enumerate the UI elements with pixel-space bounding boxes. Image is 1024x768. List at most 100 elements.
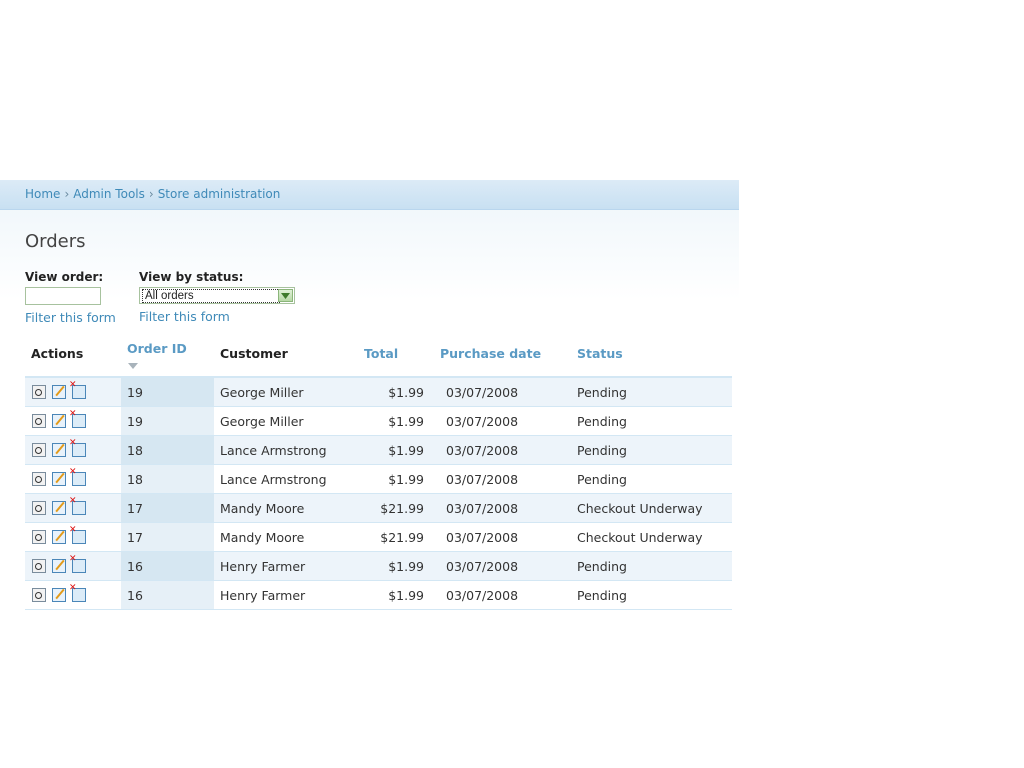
delete-icon[interactable] xyxy=(69,583,86,602)
breadcrumb-store-administration[interactable]: Store administration xyxy=(158,187,281,201)
total-cell: $21.99 xyxy=(358,493,434,523)
view-order-label: View order: xyxy=(25,270,104,284)
view-icon[interactable] xyxy=(32,385,46,399)
actions-cell xyxy=(25,551,121,581)
table-row: 19George Miller$1.9903/07/2008Pending xyxy=(25,377,732,407)
edit-icon[interactable] xyxy=(52,414,66,428)
purchase-date-cell: 03/07/2008 xyxy=(434,435,571,465)
column-purchase-date[interactable]: Purchase date xyxy=(434,330,571,378)
main-content: Orders View order: Filter this form View… xyxy=(0,210,739,610)
customer-cell: Lance Armstrong xyxy=(214,464,358,494)
breadcrumb-admin-tools[interactable]: Admin Tools xyxy=(73,187,145,201)
purchase-date-cell: 03/07/2008 xyxy=(434,377,571,407)
order-id-cell: 17 xyxy=(121,522,214,552)
view-icon[interactable] xyxy=(32,559,46,573)
column-customer: Customer xyxy=(214,330,358,378)
breadcrumb-home[interactable]: Home xyxy=(25,187,60,201)
column-total[interactable]: Total xyxy=(358,330,434,378)
order-id-cell: 16 xyxy=(121,551,214,581)
edit-icon[interactable] xyxy=(52,385,66,399)
delete-icon[interactable] xyxy=(69,409,86,428)
delete-icon[interactable] xyxy=(69,525,86,544)
total-cell: $1.99 xyxy=(358,580,434,610)
row-actions xyxy=(31,409,121,428)
purchase-date-cell: 03/07/2008 xyxy=(434,551,571,581)
view-status-filter: View by status: All orders Filter this f… xyxy=(139,270,295,324)
actions-cell xyxy=(25,377,121,407)
view-icon[interactable] xyxy=(32,414,46,428)
view-order-filter-link[interactable]: Filter this form xyxy=(25,310,116,325)
orders-table: Actions Order ID Customer Total Purchase… xyxy=(25,330,732,610)
view-status-filter-link[interactable]: Filter this form xyxy=(139,309,295,324)
purchase-date-cell: 03/07/2008 xyxy=(434,406,571,436)
delete-icon[interactable] xyxy=(69,554,86,573)
row-actions xyxy=(31,496,121,515)
total-cell: $1.99 xyxy=(358,406,434,436)
view-icon[interactable] xyxy=(32,472,46,486)
view-icon[interactable] xyxy=(32,588,46,602)
chevron-down-icon[interactable] xyxy=(278,289,293,302)
actions-cell xyxy=(25,522,121,552)
delete-icon[interactable] xyxy=(69,380,86,399)
actions-cell xyxy=(25,435,121,465)
status-cell: Pending xyxy=(571,551,732,581)
order-id-cell: 18 xyxy=(121,464,214,494)
customer-cell: Henry Farmer xyxy=(214,580,358,610)
order-id-cell: 17 xyxy=(121,493,214,523)
edit-icon[interactable] xyxy=(52,501,66,515)
column-order-id[interactable]: Order ID xyxy=(121,330,214,378)
status-cell: Pending xyxy=(571,464,732,494)
filters: View order: Filter this form View by sta… xyxy=(25,270,739,330)
view-icon[interactable] xyxy=(32,501,46,515)
edit-icon[interactable] xyxy=(52,443,66,457)
breadcrumb-separator: › xyxy=(148,187,154,201)
view-icon[interactable] xyxy=(32,530,46,544)
table-row: 16Henry Farmer$1.9903/07/2008Pending xyxy=(25,551,732,581)
table-header-row: Actions Order ID Customer Total Purchase… xyxy=(25,330,732,378)
total-cell: $1.99 xyxy=(358,551,434,581)
actions-cell xyxy=(25,493,121,523)
total-cell: $1.99 xyxy=(358,464,434,494)
actions-cell xyxy=(25,580,121,610)
sort-desc-icon xyxy=(128,363,138,369)
edit-icon[interactable] xyxy=(52,530,66,544)
customer-cell: Mandy Moore xyxy=(214,493,358,523)
delete-icon[interactable] xyxy=(69,467,86,486)
total-cell: $1.99 xyxy=(358,435,434,465)
breadcrumb-separator: › xyxy=(64,187,70,201)
table-row: 17Mandy Moore$21.9903/07/2008Checkout Un… xyxy=(25,522,732,552)
status-select[interactable]: All orders xyxy=(139,287,295,304)
order-id-cell: 18 xyxy=(121,435,214,465)
customer-cell: Henry Farmer xyxy=(214,551,358,581)
column-order-id-label: Order ID xyxy=(127,341,187,356)
row-actions xyxy=(31,525,121,544)
store-orders-page: Home › Admin Tools › Store administration Or… xyxy=(0,180,739,620)
order-id-cell: 16 xyxy=(121,580,214,610)
delete-icon[interactable] xyxy=(69,438,86,457)
view-status-label: View by status: xyxy=(139,270,244,284)
row-actions xyxy=(31,554,121,573)
purchase-date-cell: 03/07/2008 xyxy=(434,522,571,552)
edit-icon[interactable] xyxy=(52,559,66,573)
view-icon[interactable] xyxy=(32,443,46,457)
edit-icon[interactable] xyxy=(52,588,66,602)
status-cell: Checkout Underway xyxy=(571,493,732,523)
table-row: 18Lance Armstrong$1.9903/07/2008Pending xyxy=(25,435,732,465)
purchase-date-cell: 03/07/2008 xyxy=(434,464,571,494)
status-cell: Pending xyxy=(571,406,732,436)
customer-cell: George Miller xyxy=(214,406,358,436)
order-id-cell: 19 xyxy=(121,377,214,407)
delete-icon[interactable] xyxy=(69,496,86,515)
view-order-input[interactable] xyxy=(25,287,101,305)
edit-icon[interactable] xyxy=(52,472,66,486)
row-actions xyxy=(31,467,121,486)
customer-cell: George Miller xyxy=(214,377,358,407)
table-row: 18Lance Armstrong$1.9903/07/2008Pending xyxy=(25,464,732,494)
order-id-cell: 19 xyxy=(121,406,214,436)
view-order-filter: View order: Filter this form xyxy=(25,270,116,325)
purchase-date-cell: 03/07/2008 xyxy=(434,580,571,610)
status-cell: Pending xyxy=(571,377,732,407)
table-row: 19George Miller$1.9903/07/2008Pending xyxy=(25,406,732,436)
column-status[interactable]: Status xyxy=(571,330,732,378)
row-actions xyxy=(31,438,121,457)
